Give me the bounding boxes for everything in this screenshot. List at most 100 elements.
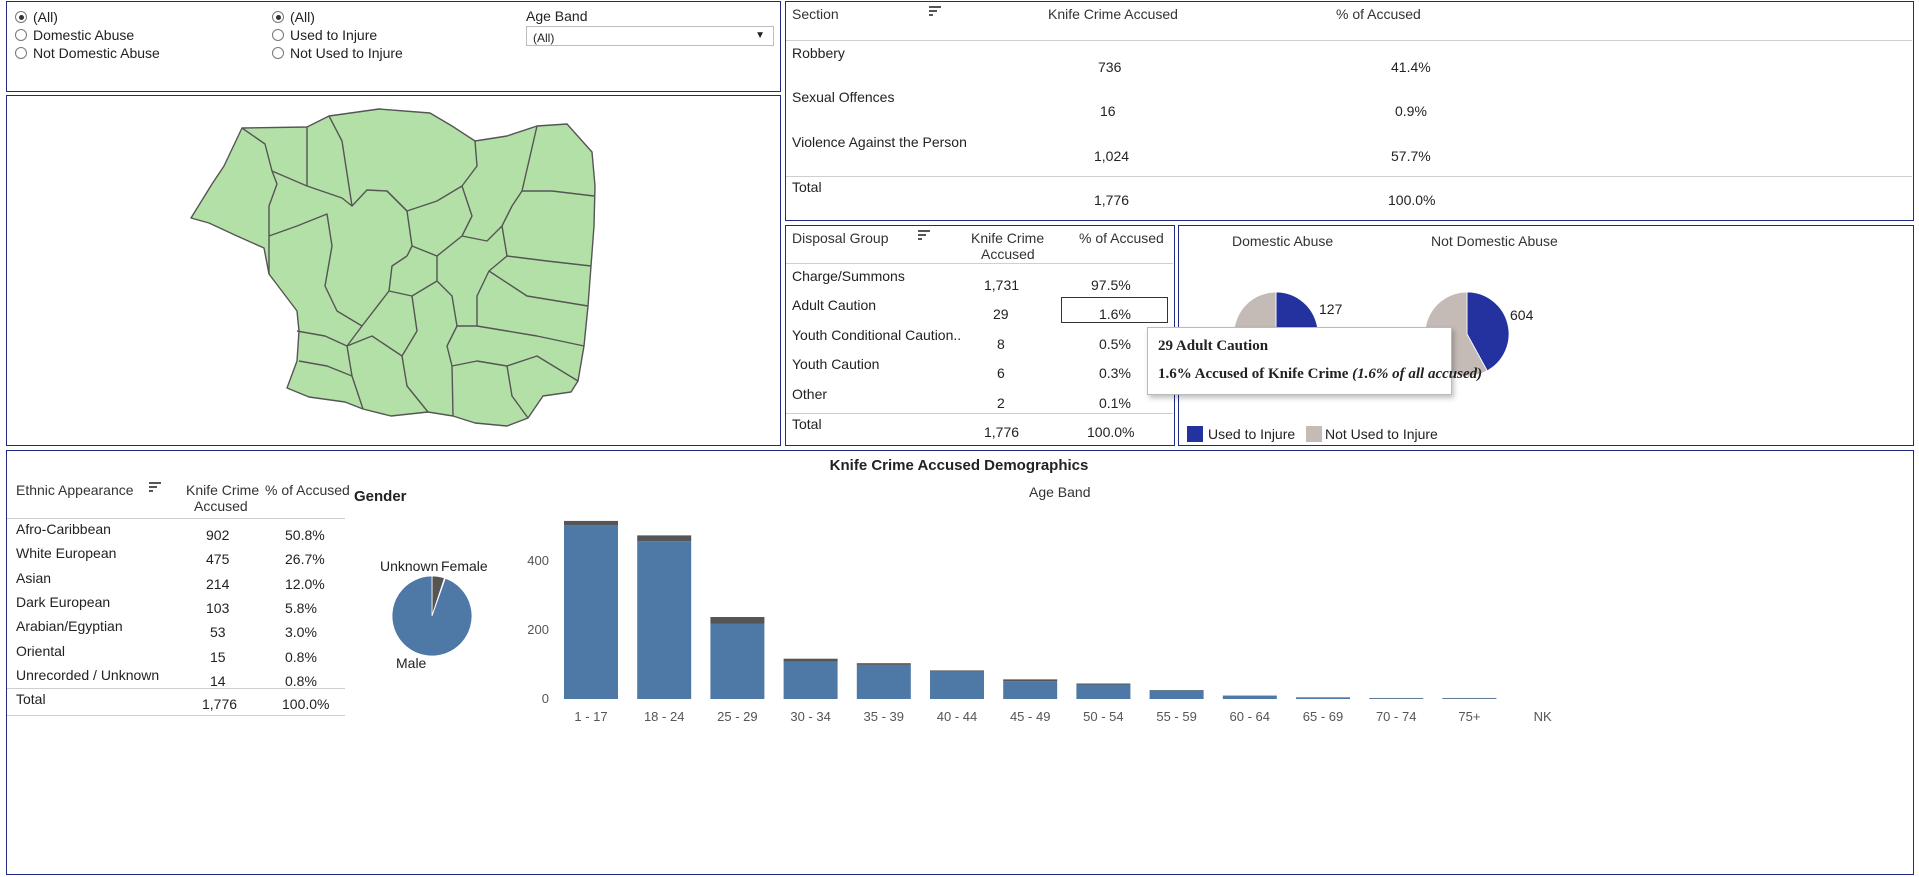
map-panel (6, 95, 781, 446)
table-row-pct: 5.8% (285, 599, 317, 616)
demographics-title: Knife Crime Accused Demographics (829, 457, 1089, 474)
gender-title: Gender (354, 488, 407, 505)
legend-not-used-label: Not Used to Injure (1325, 426, 1438, 442)
total-row-label: Total (16, 691, 46, 707)
divider (786, 176, 1912, 177)
gender-pie[interactable] (391, 575, 473, 657)
column-header-count[interactable]: Knife Crime Accused (1048, 6, 1178, 22)
radio-label: Not Domestic Abuse (33, 45, 160, 61)
section-table-panel: Section Knife Crime Accused % of Accused… (785, 1, 1914, 221)
table-row-count: 6 (997, 365, 1005, 381)
bar-segment-primary[interactable] (856, 664, 911, 699)
radio-not-domestic-abuse[interactable]: Not Domestic Abuse (15, 45, 160, 61)
sort-icon[interactable] (918, 230, 930, 242)
column-header-count-line1[interactable]: Knife Crime (971, 230, 1044, 246)
tooltip-line2-italic: (1.6% of all accused) (1352, 366, 1483, 382)
bar-segment-secondary[interactable] (930, 670, 984, 672)
table-row-label: Asian (16, 569, 52, 586)
bar-segment-primary[interactable] (1003, 681, 1058, 699)
bar-segment-secondary[interactable] (564, 520, 618, 526)
age-chart-title: Age Band (1029, 484, 1091, 500)
table-row-label: Dark European (16, 593, 111, 610)
tooltip-line1: 29 Adult Caution (1158, 338, 1269, 354)
pie-value-not-domestic: 604 (1510, 307, 1534, 323)
table-row-label: Other (792, 386, 828, 402)
y-tick-label: 0 (542, 691, 549, 706)
bar-segment-primary[interactable] (930, 671, 984, 699)
table-row-label: Oriental (16, 642, 66, 659)
radio-label: (All) (33, 9, 58, 25)
column-header-pct[interactable]: % of Accused (265, 482, 350, 498)
bar-segment-secondary[interactable] (637, 535, 692, 542)
radio-domestic-abuse[interactable]: Domestic Abuse (15, 27, 134, 43)
divider (7, 518, 345, 519)
sort-icon[interactable] (149, 482, 161, 494)
legend-used-swatch (1187, 426, 1203, 442)
radio-selected-icon (272, 11, 284, 23)
tooltip: 29 Adult Caution 1.6% Accused of Knife C… (1147, 327, 1482, 395)
total-row-count: 1,776 (984, 424, 1020, 440)
y-tick-label: 200 (527, 622, 549, 637)
bar-segment-primary[interactable] (1222, 695, 1277, 699)
column-header-count-line1[interactable]: Knife Crime (186, 482, 259, 498)
table-row-pct: 0.8% (285, 648, 317, 665)
divider (7, 715, 345, 716)
x-tick-label: 55 - 59 (1156, 709, 1196, 724)
column-header-pct[interactable]: % of Accused (1079, 230, 1164, 246)
column-header-disposal[interactable]: Disposal Group (792, 230, 889, 246)
table-row-pct: 50.8% (285, 527, 325, 543)
total-row-pct: 100.0% (282, 696, 330, 712)
sort-icon[interactable] (929, 6, 941, 18)
table-row-count: 8 (997, 336, 1005, 352)
bar-segment-secondary[interactable] (1003, 679, 1058, 682)
bar-segment-primary[interactable] (1296, 697, 1350, 699)
table-row-pct: 26.7% (285, 551, 325, 568)
column-header-count-line2[interactable]: Accused (981, 246, 1035, 262)
bar-segment-primary[interactable] (1442, 698, 1497, 699)
bar-segment-primary[interactable] (710, 623, 765, 699)
bar-segment-primary[interactable] (637, 541, 692, 699)
bar-segment-secondary[interactable] (1076, 683, 1131, 685)
gender-slice-male[interactable] (391, 575, 473, 657)
radio-used-to-injure[interactable]: Used to Injure (272, 27, 377, 43)
divider (7, 688, 345, 689)
column-header-ethnic[interactable]: Ethnic Appearance (16, 482, 134, 498)
column-header-section[interactable]: Section (792, 6, 839, 22)
table-row-pct: 0.1% (1099, 395, 1131, 411)
bar-segment-primary[interactable] (564, 525, 618, 699)
total-row-count: 1,776 (1094, 192, 1130, 208)
bar-segment-secondary[interactable] (783, 658, 838, 662)
x-tick-label: 70 - 74 (1376, 709, 1416, 724)
bar-segment-primary[interactable] (1149, 690, 1204, 699)
tooltip-line2: 1.6% Accused of Knife Crime (1.6% of all… (1158, 366, 1482, 383)
tooltip-line2-main: 1.6% Accused of Knife Crime (1158, 366, 1349, 382)
bar-segment-primary[interactable] (1076, 684, 1131, 699)
table-row-label: Unrecorded / Unknown (16, 666, 160, 683)
bar-segment-secondary[interactable] (856, 663, 911, 665)
table-row-count: 14 (210, 672, 226, 689)
x-tick-label: 50 - 54 (1083, 709, 1123, 724)
bar-segment-primary[interactable] (783, 661, 838, 699)
radio-domestic-all[interactable]: (All) (15, 9, 58, 25)
radio-not-used-to-injure[interactable]: Not Used to Injure (272, 45, 403, 61)
table-row-label: Youth Conditional Caution.. (792, 327, 962, 343)
radio-label: Not Used to Injure (290, 45, 403, 61)
column-header-count-line2[interactable]: Accused (194, 498, 248, 514)
radio-icon (15, 29, 27, 41)
demographics-panel: Knife Crime Accused Demographics Ethnic … (6, 450, 1914, 875)
table-row-pct: 1.6% (1099, 306, 1131, 322)
age-band-dropdown[interactable]: (All) ▼ (526, 26, 774, 46)
column-header-pct[interactable]: % of Accused (1336, 6, 1421, 22)
legend-not-used-swatch (1306, 426, 1322, 442)
x-tick-label: 25 - 29 (717, 709, 757, 724)
radio-injure-all[interactable]: (All) (272, 9, 315, 25)
radio-icon (15, 47, 27, 59)
table-row-label: Robbery (792, 45, 845, 61)
bar-segment-primary[interactable] (1369, 698, 1424, 699)
borough-map[interactable] (7, 96, 779, 444)
y-tick-label: 400 (527, 553, 549, 568)
x-tick-label: 75+ (1458, 709, 1480, 724)
map-outline (190, 108, 596, 427)
bar-segment-secondary[interactable] (710, 617, 765, 624)
disposal-table-panel: Disposal Group Knife Crime Accused % of … (785, 225, 1175, 446)
